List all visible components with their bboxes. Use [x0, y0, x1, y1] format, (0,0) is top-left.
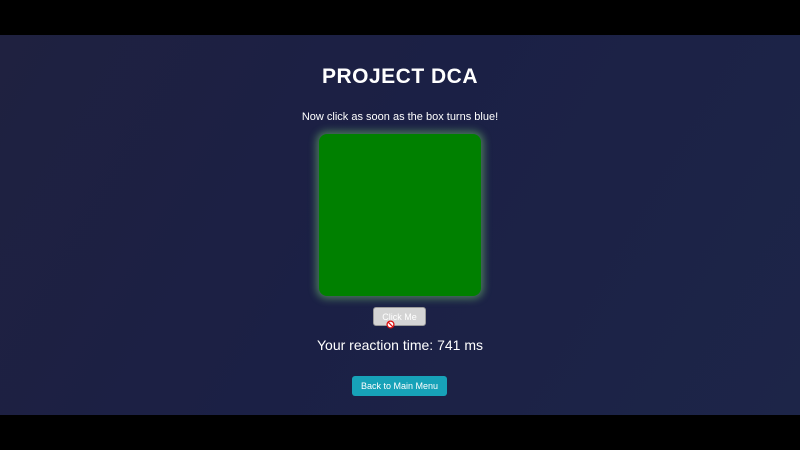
not-allowed-icon	[386, 320, 395, 329]
click-me-button[interactable]: Click Me	[373, 307, 426, 326]
page-title: PROJECT DCA	[321, 65, 479, 88]
reaction-time-text: Your reaction time: 741 ms	[316, 337, 483, 353]
back-to-main-menu-button[interactable]: Back to Main Menu	[352, 376, 447, 396]
reaction-box[interactable]	[319, 134, 481, 296]
letterbox-top	[0, 0, 800, 35]
letterbox-bottom	[0, 415, 800, 450]
instruction-text: Now click as soon as the box turns blue!	[301, 111, 499, 123]
game-stage: PROJECT DCA Now click as soon as the box…	[0, 35, 800, 415]
